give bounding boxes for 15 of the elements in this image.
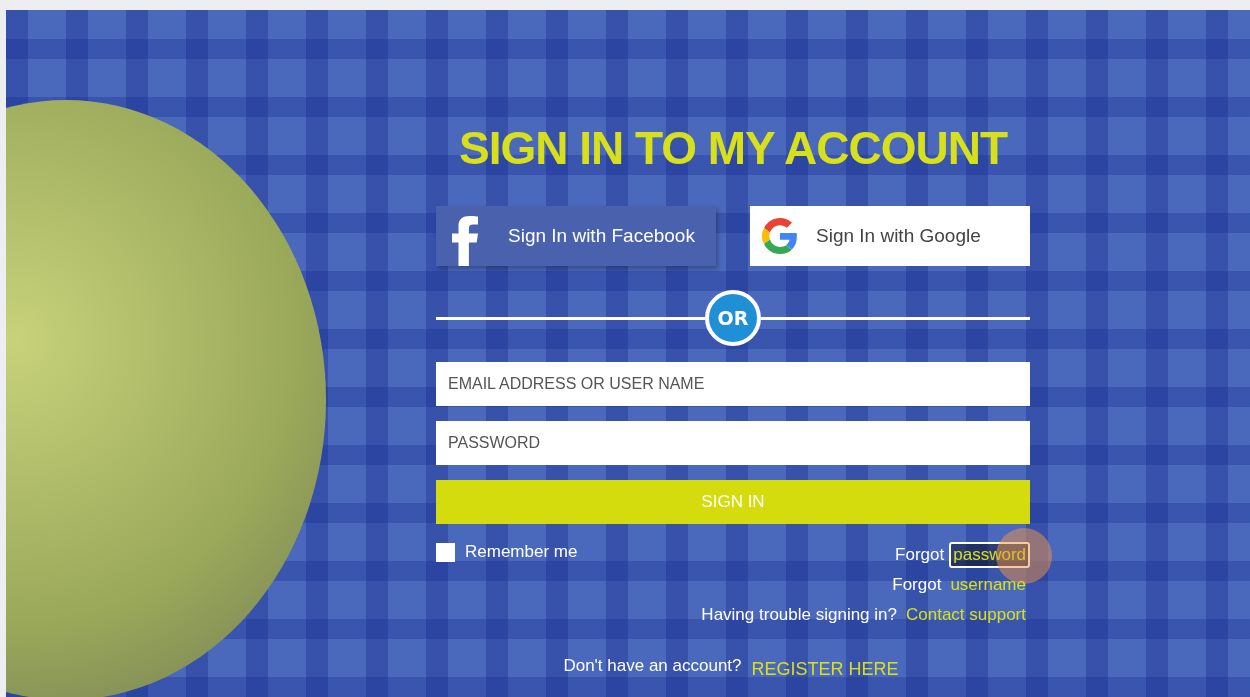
help-link[interactable]: Contact support xyxy=(902,602,1030,628)
link-prefix: Having trouble signing in? xyxy=(701,605,897,625)
facebook-logo-icon xyxy=(452,214,478,266)
page-title: SIGN IN TO MY ACCOUNT xyxy=(457,121,1009,176)
password-field[interactable]: PASSWORD xyxy=(436,421,1030,465)
google-sign-in-button[interactable]: Sign In with Google xyxy=(750,206,1030,266)
google-logo-icon xyxy=(762,218,798,254)
register-prompt: Don't have an account? xyxy=(563,656,742,677)
remember-label: Remember me xyxy=(465,542,578,562)
help-link[interactable]: username xyxy=(946,572,1030,598)
username-field[interactable]: EMAIL ADDRESS OR USER NAME xyxy=(436,362,1030,406)
facebook-sign-in-button[interactable]: Sign In with Facebook xyxy=(436,206,716,266)
register-link[interactable]: REGISTER HERE xyxy=(747,656,903,683)
link-prefix: Forgot xyxy=(892,575,942,595)
link-prefix: Forgot xyxy=(895,545,945,565)
